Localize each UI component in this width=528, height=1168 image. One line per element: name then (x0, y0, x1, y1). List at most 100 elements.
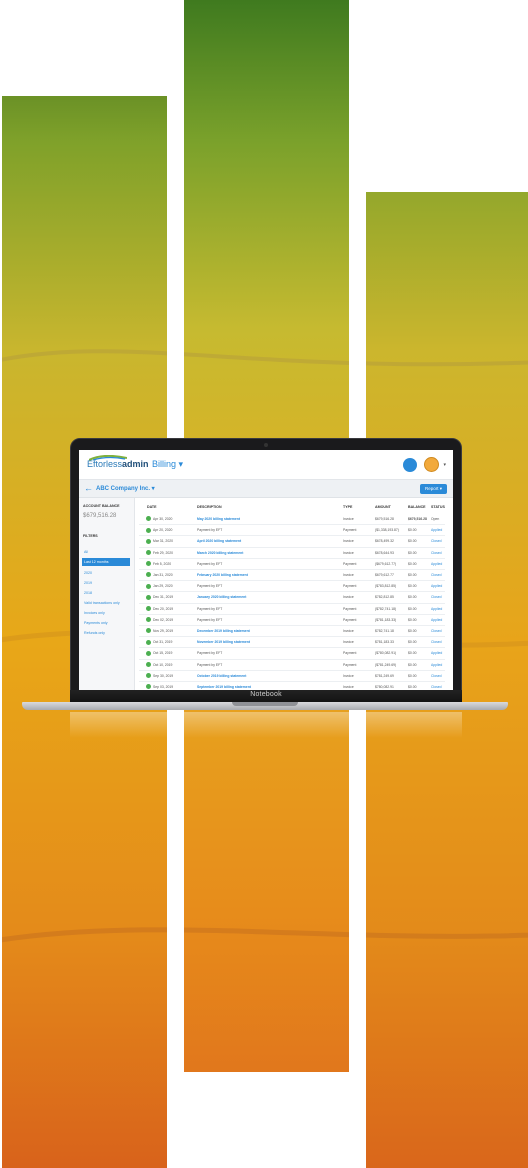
table-row[interactable]: Dec 31, 2019 January 2020 billing stateme… (139, 592, 445, 604)
table-row[interactable]: Oct 31, 2019 November 2019 billing statem… (139, 637, 445, 649)
cell-amount: ($781,183.33) (375, 617, 397, 622)
check-circle-icon (146, 516, 151, 522)
filter-item-2020[interactable]: 2020 (82, 569, 130, 577)
back-arrow-icon[interactable]: ← (84, 483, 93, 493)
cell-amount: ($781,249.69) (375, 662, 397, 667)
cell-status[interactable]: Closed (431, 685, 442, 689)
column-header-description[interactable]: DESCRIPTION (197, 505, 222, 509)
cell-type: Payment (343, 561, 357, 566)
cell-status[interactable]: Applied (431, 562, 442, 566)
column-header-type[interactable]: TYPE (343, 505, 352, 509)
chevron-down-icon[interactable]: ▾ (443, 462, 446, 468)
cell-description[interactable]: May 2020 billing statement (197, 517, 240, 521)
check-circle-icon (146, 617, 151, 623)
cell-status[interactable]: Closed (431, 539, 442, 543)
table-row[interactable]: Apr 20, 2020 Payment by EFT Payment ($1,338… (139, 525, 445, 537)
cell-balance: $0.00 (408, 606, 417, 611)
laptop-bezel: Eftorlessadmin Billing ▾ ▾ ← ABC Company… (70, 438, 462, 700)
table-row[interactable]: Feb 5, 2020 Payment by EFT Payment ($679,61… (139, 559, 445, 570)
table-row[interactable]: Sep 30, 2019 October 2019 billing stateme… (139, 671, 445, 682)
cell-balance: $0.00 (408, 573, 417, 577)
cell-description[interactable]: November 2019 billing statement (197, 640, 250, 644)
table-row[interactable]: Feb 29, 2020 March 2020 billing statement… (139, 548, 445, 559)
cell-type: Invoice (343, 550, 354, 555)
cell-type: Payment (343, 662, 357, 667)
filter-item-payments[interactable]: Payments only (82, 619, 130, 627)
chat-icon[interactable] (403, 458, 417, 472)
cell-status[interactable]: Closed (431, 595, 442, 599)
cell-status[interactable]: Closed (431, 640, 442, 644)
filter-item-last-12-months[interactable]: Last 12 months (82, 558, 130, 566)
cell-status[interactable]: Applied (431, 584, 442, 588)
column-header-amount[interactable]: AMOUNT (375, 505, 391, 509)
filters-label: FILTERS (83, 534, 98, 538)
report-button[interactable]: Report ▾ (419, 484, 447, 494)
column-header-balance[interactable]: BALANCE (408, 505, 426, 509)
table-row[interactable]: Mar 31, 2020 April 2020 billing statement… (139, 536, 445, 548)
cell-description: Payment by EFT (197, 606, 223, 611)
billing-table: DATE DESCRIPTION TYPE AMOUNT BALANCE STA… (139, 498, 453, 690)
cell-description[interactable]: March 2020 billing statement (197, 551, 243, 555)
cell-type: Payment (343, 528, 357, 533)
cell-status[interactable]: Closed (431, 674, 442, 678)
cell-status[interactable]: Closed (431, 629, 442, 633)
column-header-status[interactable]: STATUS (431, 505, 445, 509)
cell-status[interactable]: Applied (431, 651, 442, 655)
cell-status[interactable]: Applied (431, 618, 442, 622)
cell-amount: ($783,812.85) (375, 584, 397, 589)
column-header-date[interactable]: DATE (147, 505, 157, 509)
cell-status[interactable]: Closed (431, 551, 442, 555)
check-circle-icon (146, 572, 151, 578)
check-circle-icon (146, 684, 151, 690)
cell-description: Payment by EFT (197, 651, 223, 656)
app-topbar: Eftorlessadmin Billing ▾ ▾ (79, 450, 453, 480)
laptop: Eftorlessadmin Billing ▾ ▾ ← ABC Company… (22, 438, 508, 738)
cell-description[interactable]: January 2020 billing statement (197, 595, 246, 599)
cell-status[interactable]: Applied (431, 663, 442, 667)
app-title-dropdown[interactable]: Billing ▾ (152, 459, 183, 470)
cell-balance: $0.00 (408, 595, 417, 600)
cell-description[interactable]: February 2020 billing statement (197, 573, 248, 577)
check-circle-icon (146, 650, 151, 656)
table-row[interactable]: Nov 29, 2019 December 2019 billing statem… (139, 626, 445, 638)
cell-amount: ($782,741.18) (375, 606, 397, 611)
cell-date: Jan 29, 2020 (153, 584, 173, 589)
filter-item-refunds[interactable]: Refunds only (82, 629, 130, 637)
cell-status[interactable]: Applied (431, 528, 442, 532)
check-circle-icon (146, 661, 151, 667)
cell-amount: $780,082.91 (375, 685, 394, 689)
table-row[interactable]: Dec 20, 2019 Payment by EFT Payment ($782,7… (139, 604, 445, 615)
page: Eftorlessadmin Billing ▾ ▾ ← ABC Company… (0, 0, 528, 1168)
filter-item-2018[interactable]: 2018 (82, 589, 130, 597)
company-selector[interactable]: ABC Company Inc. ▾ (96, 485, 155, 492)
cell-type: Invoice (343, 673, 354, 678)
cell-date: Nov 29, 2019 (153, 629, 174, 633)
cell-date: Feb 29, 2020 (153, 550, 173, 555)
filter-item-valid-transactions[interactable]: Valid transactions only (82, 599, 130, 607)
filter-item-invoices[interactable]: Invoices only (82, 609, 130, 617)
table-row[interactable]: Apr 30, 2020 May 2020 billing statement In… (139, 514, 445, 526)
table-row[interactable]: Sep 03, 2019 September 2019 billing state… (139, 682, 445, 690)
cell-type: Invoice (343, 573, 354, 577)
cell-description: Payment by EFT (197, 528, 223, 533)
table-row[interactable]: Jan 31, 2020 February 2020 billing statem… (139, 570, 445, 582)
table-row[interactable]: Oct 10, 2019 Payment by EFT Payment ($781,2… (139, 660, 445, 671)
table-row[interactable]: Dec 02, 2019 Payment by EFT Payment ($781,1… (139, 615, 445, 626)
table-row[interactable]: Jan 29, 2020 Payment by EFT Payment ($783,8… (139, 581, 445, 593)
app-logo[interactable]: Eftorlessadmin (87, 459, 149, 469)
cell-balance: $0.00 (408, 528, 417, 533)
table-row[interactable]: Oct 15, 2019 Payment by EFT Payment ($780,0… (139, 648, 445, 660)
cell-balance: $0.00 (408, 662, 417, 667)
cell-status[interactable]: Applied (431, 607, 442, 611)
avatar[interactable] (424, 457, 439, 472)
laptop-reflection (70, 712, 462, 738)
filter-item-all[interactable]: All (82, 548, 130, 556)
cell-description[interactable]: December 2019 billing statement (197, 629, 250, 633)
cell-status[interactable]: Closed (431, 573, 442, 577)
cell-description[interactable]: October 2019 billing statement (197, 674, 246, 678)
cell-description[interactable]: April 2020 billing statement (197, 539, 241, 543)
filter-item-2019[interactable]: 2019 (82, 579, 130, 587)
cell-balance: $0.00 (408, 539, 417, 544)
cell-description[interactable]: September 2019 billing statement (197, 685, 251, 689)
check-circle-icon (146, 561, 151, 567)
